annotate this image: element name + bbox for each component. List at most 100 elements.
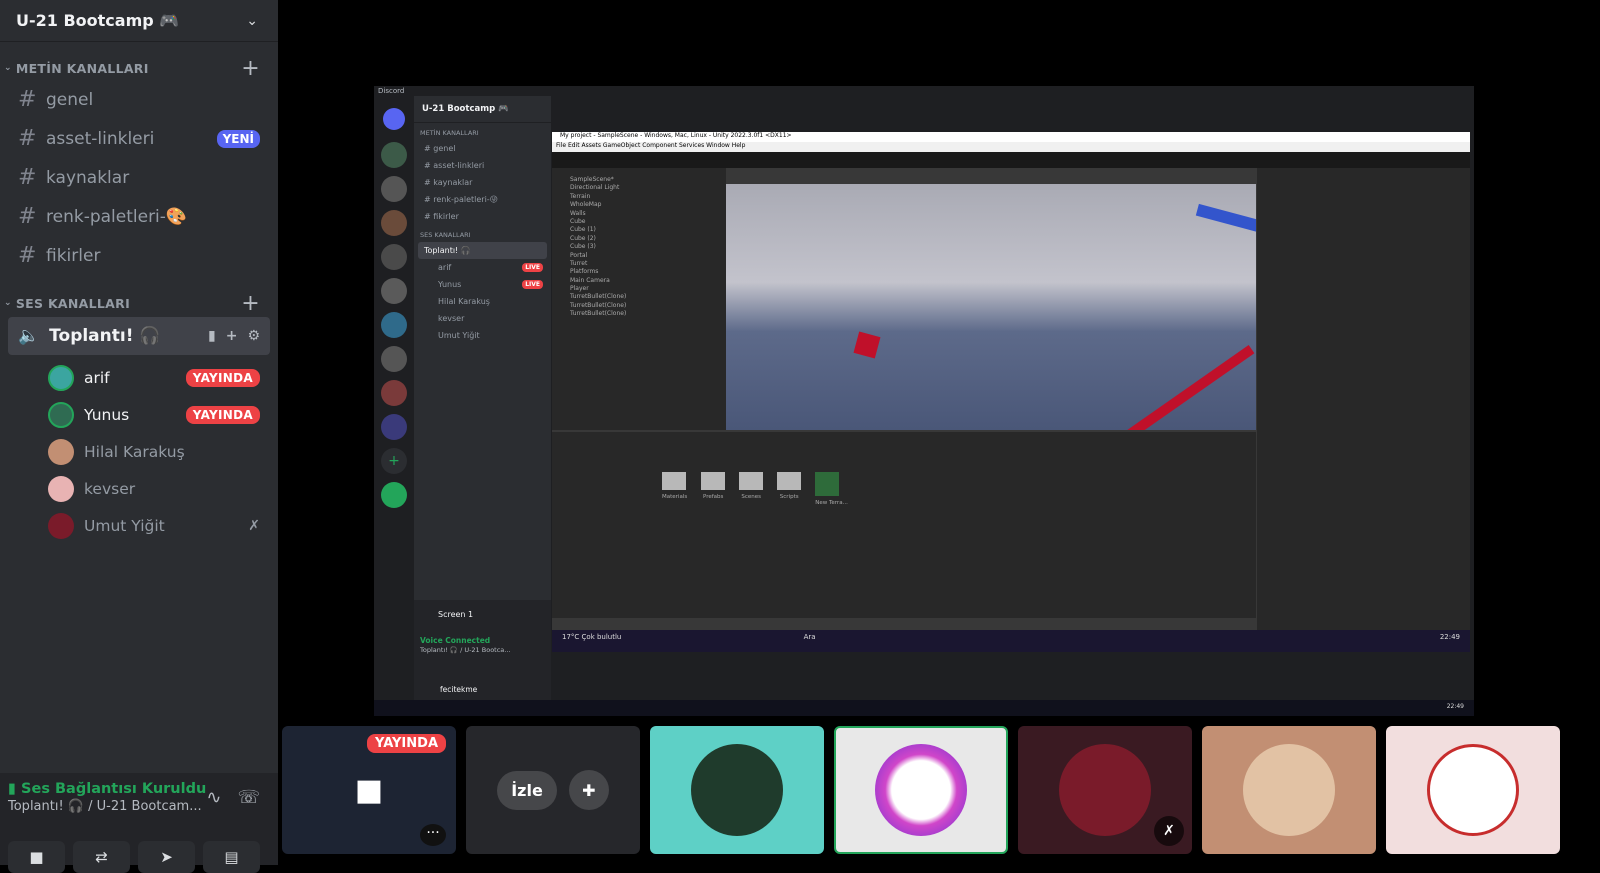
chevron-down-icon: ⌄ — [4, 63, 12, 73]
hierarchy-item: Directional Light — [570, 184, 620, 192]
live-badge: YAYINDA — [367, 734, 446, 753]
participant-tile[interactable] — [834, 726, 1008, 854]
voice-member[interactable]: kevser — [48, 470, 260, 507]
mini-live-badge: LIVE — [522, 280, 543, 289]
channel-renk-paletleri[interactable]: # renk-paletleri-🎨 — [8, 197, 270, 236]
server-header[interactable]: U-21 Bootcamp 🎮 ⌄ — [0, 0, 278, 42]
member-name: Umut Yiğit — [84, 516, 165, 535]
screen-share-button[interactable]: ⇄ — [73, 841, 130, 873]
live-badge: YAYINDA — [185, 368, 260, 387]
participant-tile[interactable]: ✗ — [1018, 726, 1192, 854]
hash-icon: # — [18, 165, 37, 190]
category-label: METİN KANALLARI — [15, 60, 149, 76]
server-icon — [381, 346, 407, 372]
mini-category: METİN KANALLARI — [420, 129, 479, 137]
camera-button[interactable]: ■ — [8, 841, 65, 873]
chat-icon[interactable]: ▮ — [208, 328, 216, 344]
participant-tile[interactable] — [1202, 726, 1376, 854]
screen-share-icon: ⇄ — [95, 848, 108, 866]
watch-button[interactable]: İzle — [497, 770, 557, 810]
stream-tile[interactable]: YAYINDA ■ ··· — [282, 726, 456, 854]
explore-icon — [381, 482, 407, 508]
voice-channel-path[interactable]: Toplantı! 🎧 / U-21 Bootcam... — [8, 799, 206, 814]
voice-channel-label: Toplantı! 🎧 — [49, 326, 161, 346]
member-name: Hilal Karakuş — [84, 442, 185, 461]
stream-tile[interactable]: İzle ✚ — [466, 726, 640, 854]
channel-fikirler[interactable]: # fikirler — [8, 236, 270, 275]
hierarchy-item: Platforms — [570, 268, 599, 276]
unity-game-view — [726, 184, 1256, 430]
channel-label: genel — [46, 89, 94, 110]
mini-voice-channel: Toplantı! 🎧 — [418, 242, 547, 259]
hierarchy-item: Turret — [570, 259, 588, 267]
hierarchy-item: Cube (2) — [570, 234, 596, 242]
channel-genel[interactable]: # genel — [8, 80, 270, 119]
server-icon — [381, 278, 407, 304]
mini-channel-label: renk-paletleri-😜 — [433, 195, 499, 204]
hierarchy-item: WholeMap — [570, 201, 602, 209]
mini-server-name: U-21 Bootcamp 🎮 — [414, 96, 551, 123]
channel-label: renk-paletleri-🎨 — [46, 206, 188, 227]
hierarchy-item: Main Camera — [570, 276, 610, 284]
soundboard-button[interactable]: ▤ — [203, 841, 260, 873]
avatar — [691, 744, 783, 836]
chevron-down-icon[interactable]: ⌄ — [246, 13, 258, 29]
channel-kaynaklar[interactable]: # kaynaklar — [8, 158, 270, 197]
category-voice-channels[interactable]: ⌄ SES KANALLARI + — [0, 291, 278, 316]
deafened-icon: ✗ — [1154, 816, 1184, 846]
hierarchy-item: Player — [570, 285, 589, 293]
category-text-channels[interactable]: ⌄ METİN KANALLARI + — [0, 56, 278, 81]
voice-member[interactable]: Hilal Karakuş — [48, 433, 260, 470]
mini-member-name: kevser — [438, 314, 465, 323]
add-channel-icon[interactable]: + — [241, 291, 260, 316]
hierarchy-item: Cube (3) — [570, 243, 596, 251]
noise-suppression-icon[interactable]: ∿ — [206, 787, 221, 808]
participant-tile[interactable] — [650, 726, 824, 854]
mini-member-name: arif — [438, 263, 452, 272]
more-options-icon[interactable]: ··· — [420, 824, 446, 846]
voice-member[interactable]: arif YAYINDA — [48, 359, 260, 396]
channel-label: asset-linkleri — [46, 128, 155, 149]
mini-username: fecitekme — [440, 685, 478, 694]
mini-member-name: Umut Yiğit — [438, 331, 480, 340]
voice-member[interactable]: Umut Yiğit ✗ — [48, 507, 260, 544]
activity-button[interactable]: ➤ — [138, 841, 195, 873]
terrain-icon: New Terra... — [815, 472, 848, 506]
folder-icon: Materials — [662, 472, 687, 506]
mini-member-name: Yunus — [438, 280, 462, 289]
asset-label: Materials — [662, 494, 688, 500]
participant-tile[interactable] — [1386, 726, 1560, 854]
voice-status[interactable]: ▮ Ses Bağlantısı Kuruldu — [8, 781, 206, 797]
unity-menu: File Edit Assets GameObject Component Se… — [552, 142, 1470, 152]
disconnect-icon[interactable]: ☏ — [237, 787, 260, 808]
signal-icon: ▮ — [8, 781, 16, 797]
add-channel-icon[interactable]: + — [241, 56, 260, 81]
server-icon — [381, 312, 407, 338]
soundboard-icon: ▤ — [224, 848, 239, 866]
mini-member: arif LIVE — [414, 259, 551, 276]
mini-channel-label: asset-linkleri — [433, 161, 485, 170]
mini-category: SES KANALLARI — [420, 231, 471, 239]
stream-view[interactable]: Discord + U-21 Bootcamp 🎮 METİN KANALLAR… — [374, 86, 1474, 716]
mini-voice-channel-path: Toplantı! 🎧 / U-21 Bootca... — [420, 646, 511, 654]
channel-asset-linkleri[interactable]: # asset-linkleri YENİ — [8, 119, 270, 158]
voice-channel-toplanti[interactable]: 🔈 Toplantı! 🎧 ▮ + ⚙ — [8, 317, 270, 355]
member-name: arif — [84, 368, 110, 387]
unity-project-panel: Materials Prefabs Scenes Scripts New Ter… — [552, 432, 1256, 618]
voice-connection-panel: ▮ Ses Bağlantısı Kuruldu Toplantı! 🎧 / U… — [0, 773, 278, 873]
hash-icon: # — [18, 243, 37, 268]
voice-member[interactable]: Yunus YAYINDA — [48, 396, 260, 433]
join-stream-icon[interactable]: ✚ — [568, 770, 609, 810]
server-icon — [381, 142, 407, 168]
avatar — [48, 364, 74, 391]
mini-voice-status: Voice Connected — [420, 636, 491, 645]
deafened-icon: ✗ — [248, 517, 260, 534]
mini-member: Yunus LIVE — [414, 276, 551, 293]
channel-sidebar: U-21 Bootcamp 🎮 ⌄ ⌄ METİN KANALLARI + # ge… — [0, 0, 278, 873]
gear-icon[interactable]: ⚙ — [247, 328, 260, 344]
mini-channel: # asset-linkleri — [424, 161, 485, 170]
unity-title: My project - SampleScene - Windows, Mac,… — [552, 132, 1470, 142]
invite-icon[interactable]: + — [226, 328, 238, 344]
add-server-icon: + — [381, 448, 407, 474]
mini-channel: # fikirler — [424, 212, 459, 221]
